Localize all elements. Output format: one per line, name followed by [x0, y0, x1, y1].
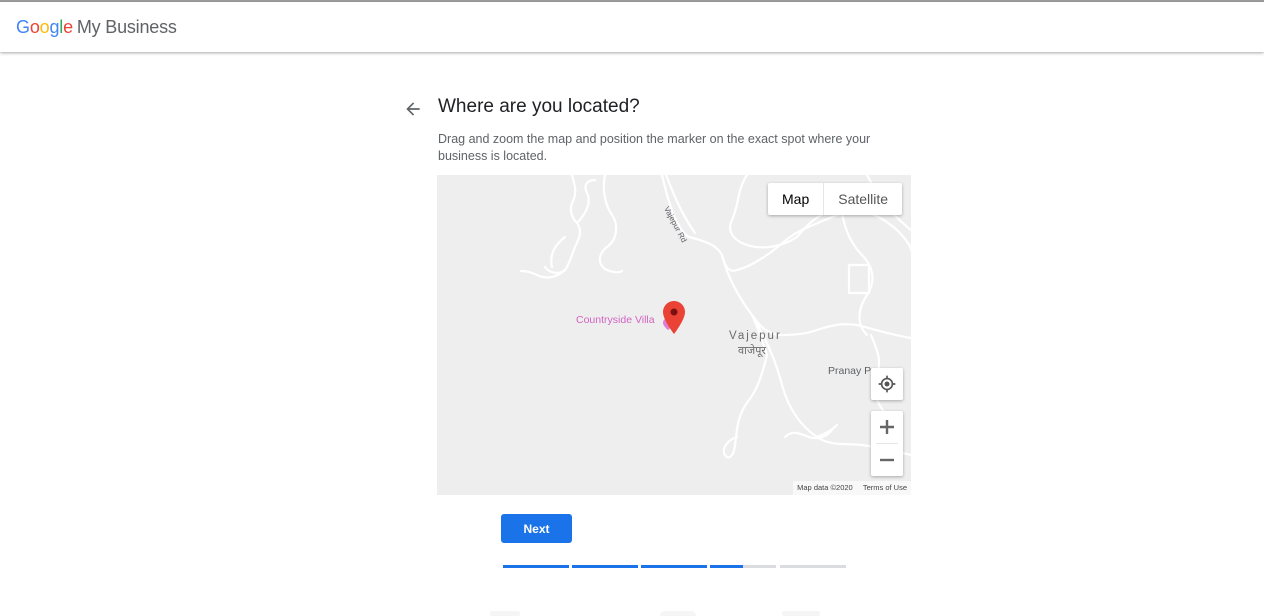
faded-content [490, 611, 520, 616]
arrow-left-icon[interactable] [403, 99, 423, 119]
map-data-credit: Map data ©2020 [797, 483, 853, 492]
plus-icon[interactable] [871, 411, 903, 443]
minus-icon[interactable] [871, 444, 903, 476]
progress-segment-3 [641, 565, 707, 568]
next-button[interactable]: Next [501, 514, 572, 543]
logo-letter: g [49, 17, 60, 37]
map-pin-icon[interactable] [663, 301, 685, 339]
logo-letter: G [16, 17, 30, 37]
my-location-icon[interactable] [871, 368, 903, 400]
map-type-satellite-button[interactable]: Satellite [824, 183, 902, 215]
progress-segment-2 [572, 565, 638, 568]
progress-segment-5 [780, 565, 846, 568]
faded-content [660, 611, 696, 616]
poi-label: Pranay Pr [828, 365, 875, 377]
logo-letter: o [29, 17, 40, 37]
google-my-business-logo[interactable]: Google My Business [16, 17, 177, 38]
map-type-map-button[interactable]: Map [768, 183, 823, 215]
locate-control [871, 368, 903, 400]
terms-of-use-link[interactable]: Terms of Use [863, 483, 907, 492]
zoom-control [871, 411, 903, 476]
progress-segment-1 [503, 565, 569, 568]
logo-letter: e [63, 17, 73, 37]
logo-letter: o [39, 17, 50, 37]
progress-fill [710, 565, 743, 568]
product-name: My Business [76, 17, 177, 37]
map-view[interactable]: Map Satellite Vajepur Rd Countryside Vil… [437, 175, 911, 495]
page-description: Drag and zoom the map and position the m… [438, 132, 871, 163]
app-header: Google My Business [0, 2, 1264, 52]
progress-segment-4 [710, 565, 776, 568]
town-label-local: वाजेपूर [738, 345, 766, 357]
map-type-control: Map Satellite [768, 183, 903, 215]
faded-content [782, 611, 820, 616]
progress-fill [503, 565, 569, 568]
progress-fill [572, 565, 638, 568]
page-title: Where are you located? [438, 96, 640, 117]
town-label: Vajepur [729, 330, 782, 342]
marker-place-label: Countryside Villa [576, 314, 655, 326]
progress-fill [641, 565, 707, 568]
google-wordmark: Google [16, 17, 73, 38]
map-attribution: Map data ©2020 Terms of Use [793, 481, 911, 495]
